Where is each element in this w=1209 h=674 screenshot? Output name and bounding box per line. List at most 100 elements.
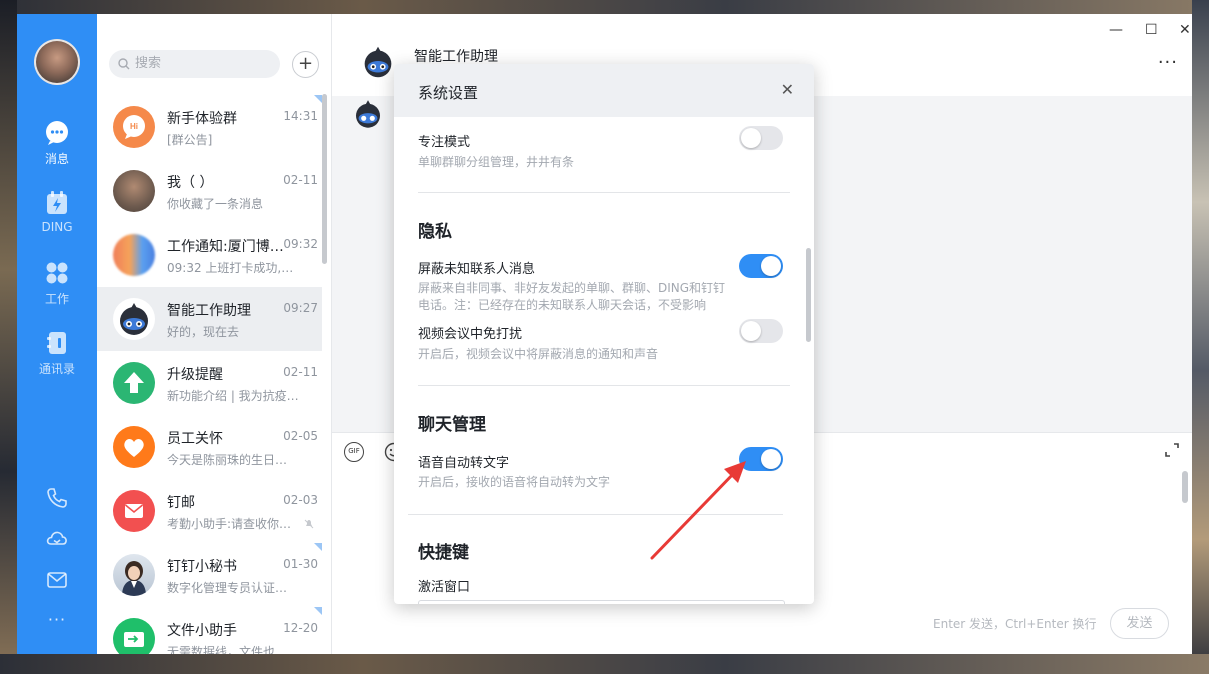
conversation-time: 02-11 xyxy=(283,365,318,379)
add-button[interactable]: + xyxy=(292,51,319,78)
user-avatar xyxy=(113,170,155,212)
search-placeholder: 搜索 xyxy=(135,56,162,71)
gif-button[interactable]: GIF xyxy=(344,442,364,462)
secretary-avatar xyxy=(113,554,155,596)
list-item[interactable]: 工作通知:厦门博… 09:32 09:32 上班打卡成功,… xyxy=(97,223,322,287)
chat-title: 智能工作助理 xyxy=(414,49,498,65)
conversation-preview: [群公告] xyxy=(167,133,213,147)
contacts-icon xyxy=(47,332,66,354)
toggle-knob xyxy=(741,128,761,148)
upgrade-avatar xyxy=(113,362,155,404)
list-item[interactable]: 员工关怀 02-05 今天是陈丽珠的生日… xyxy=(97,415,322,479)
message-avatar xyxy=(356,100,380,128)
unread-corner-marker xyxy=(314,95,322,103)
more-options-icon[interactable]: ··· xyxy=(1158,52,1178,73)
send-hint: Enter 发送，Ctrl+Enter 换行 xyxy=(933,617,1097,631)
work-notice-avatar xyxy=(113,234,155,276)
nav-item-contacts[interactable]: 通讯录 xyxy=(17,330,97,390)
conversation-time: 01-30 xyxy=(283,557,318,571)
list-item[interactable]: 智能工作助理 09:27 好的，现在去 xyxy=(97,287,322,351)
conversation-time: 14:31 xyxy=(283,109,318,123)
nav-label: 工作 xyxy=(44,292,69,306)
privacy-heading: 隐私 xyxy=(418,222,452,242)
block-unknown-desc: 屏蔽来自非同事、非好友发起的单聊、群聊、DING和钉钉电话。注：已经存在的未知联… xyxy=(418,281,726,312)
nav-label: DING xyxy=(41,220,73,234)
dialog-scrollbar[interactable] xyxy=(806,248,811,342)
conversation-name: 钉钉小秘书 xyxy=(167,559,237,575)
left-nav: 消息 DING 工作 通讯录 ··· xyxy=(17,14,97,654)
list-item[interactable]: 钉邮 02-03 考勤小助手:请查收你… xyxy=(97,479,322,543)
conversation-list: 搜索 + Hi 新手体验群 14:31 [群公告] 我（ ） 02-11 你收藏… xyxy=(97,14,332,654)
list-item[interactable]: 我（ ） 02-11 你收藏了一条消息 xyxy=(97,159,322,223)
nav-item-work[interactable]: 工作 xyxy=(17,260,97,320)
conversation-time: 02-05 xyxy=(283,429,318,443)
dialog-header: 系统设置 ✕ xyxy=(394,64,814,117)
nav-item-ding[interactable]: DING xyxy=(17,190,97,250)
conversation-preview: 你收藏了一条消息 xyxy=(167,197,264,211)
activate-window-shortcut-input[interactable] xyxy=(418,600,785,604)
toggle-knob xyxy=(761,256,781,276)
send-button[interactable]: 发送 xyxy=(1110,608,1169,639)
phone-icon[interactable] xyxy=(45,486,69,510)
nav-label: 通讯录 xyxy=(38,362,75,376)
conversation-name: 工作通知:厦门博… xyxy=(167,239,284,255)
chat-bubble-icon xyxy=(46,121,68,145)
chat-management-heading: 聊天管理 xyxy=(418,415,486,435)
conversation-preview: 09:32 上班打卡成功,… xyxy=(167,261,294,275)
section-divider xyxy=(418,385,790,386)
conversation-name: 新手体验群 xyxy=(167,111,237,127)
desktop-wallpaper-right xyxy=(1192,0,1209,674)
list-item[interactable]: 文件小助手 12-20 无需数据线，文件也… xyxy=(97,607,322,654)
focus-mode-desc: 单聊群聊分组管理，井井有条 xyxy=(418,155,575,169)
list-item[interactable]: 升级提醒 02-11 新功能介绍 | 我为抗疫… xyxy=(97,351,322,415)
list-item[interactable]: 钉钉小秘书 01-30 数字化管理专员认证… xyxy=(97,543,322,607)
conversation-name: 升级提醒 xyxy=(167,367,223,383)
svg-text:Hi: Hi xyxy=(130,122,138,131)
conversation-name: 文件小助手 xyxy=(167,623,237,639)
dialog-title: 系统设置 xyxy=(418,84,479,102)
meeting-dnd-toggle[interactable] xyxy=(739,319,783,343)
maximize-button[interactable]: ☐ xyxy=(1145,22,1158,38)
dialog-close-button[interactable]: ✕ xyxy=(781,80,794,99)
toggle-knob xyxy=(761,449,781,469)
voice-to-text-title: 语音自动转文字 xyxy=(418,456,510,471)
activate-window-label: 激活窗口 xyxy=(418,580,471,595)
annotation-arrow xyxy=(650,461,746,560)
assistant-avatar[interactable] xyxy=(358,42,398,82)
focus-mode-toggle[interactable] xyxy=(739,126,783,150)
search-input[interactable]: 搜索 xyxy=(109,50,280,78)
my-avatar[interactable] xyxy=(34,39,80,85)
focus-mode-title: 专注模式 xyxy=(418,135,471,150)
block-unknown-toggle[interactable] xyxy=(739,254,783,278)
assistant-avatar xyxy=(113,298,155,340)
conversation-preview: 数字化管理专员认证… xyxy=(167,581,288,595)
close-window-button[interactable]: ✕ xyxy=(1179,22,1191,38)
conversation-preview: 好的，现在去 xyxy=(167,325,240,339)
conversation-preview: 无需数据线，文件也… xyxy=(167,645,288,654)
conversation-time: 02-03 xyxy=(283,493,318,507)
ding-icon xyxy=(47,191,67,214)
conversation-time: 12-20 xyxy=(283,621,318,635)
chat-scrollbar[interactable] xyxy=(1182,471,1188,503)
conversation-name: 我（ ） xyxy=(167,175,214,191)
block-unknown-title: 屏蔽未知联系人消息 xyxy=(418,262,536,277)
meeting-dnd-desc: 开启后，视频会议中将屏蔽消息的通知和声音 xyxy=(418,347,659,361)
conversation-name: 智能工作助理 xyxy=(167,303,251,319)
minimize-button[interactable]: — xyxy=(1109,22,1123,38)
section-divider xyxy=(418,192,790,193)
expand-icon[interactable] xyxy=(1164,442,1180,458)
conversation-preview: 新功能介绍 | 我为抗疫… xyxy=(167,389,299,403)
conversation-name: 员工关怀 xyxy=(167,431,223,447)
more-icon[interactable]: ··· xyxy=(17,610,97,629)
list-scrollbar[interactable] xyxy=(322,94,327,264)
list-item[interactable]: Hi 新手体验群 14:31 [群公告] xyxy=(97,95,322,159)
desktop-wallpaper-left xyxy=(0,0,17,674)
cloud-icon[interactable] xyxy=(45,526,69,550)
unread-corner-marker xyxy=(314,543,322,551)
unread-corner-marker xyxy=(314,607,322,615)
apps-grid-icon xyxy=(46,262,68,284)
file-avatar xyxy=(113,618,155,654)
nav-item-messages[interactable]: 消息 xyxy=(17,120,97,180)
mail-icon[interactable] xyxy=(45,568,69,592)
mail-avatar xyxy=(113,490,155,532)
